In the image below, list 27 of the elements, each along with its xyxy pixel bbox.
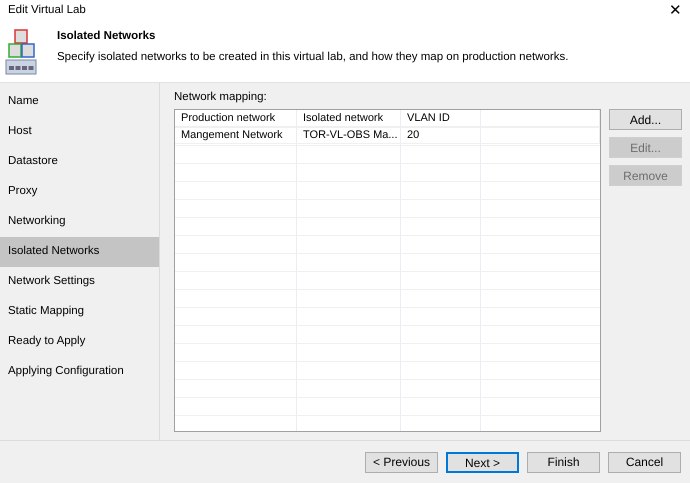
page-description: Specify isolated networks to be created in this virtual lab, and how they map on production networks.: [57, 50, 568, 66]
wizard-button[interactable]: Finish: [527, 452, 600, 472]
section-label: Network mapping:: [174, 90, 268, 105]
close-icon[interactable]: ✕: [669, 0, 682, 22]
sidebar-item[interactable]: Network Settings: [0, 267, 159, 297]
table-cell: Mangement Network: [175, 127, 297, 144]
column-header: VLAN ID: [401, 110, 481, 126]
sidebar-item[interactable]: Datastore: [0, 147, 159, 177]
column-header: Isolated network: [297, 110, 401, 126]
sidebar-item[interactable]: Networking: [0, 207, 159, 237]
wizard-button[interactable]: Next >: [446, 452, 519, 472]
sidebar-item[interactable]: Applying Configuration: [0, 357, 159, 387]
window-title: Edit Virtual Lab: [8, 3, 86, 18]
table-cell: 20: [401, 127, 481, 144]
sidebar-item[interactable]: Proxy: [0, 177, 159, 207]
sidebar-item[interactable]: Name: [0, 87, 159, 117]
sidebar-item[interactable]: Ready to Apply: [0, 327, 159, 357]
sidebar-item[interactable]: Isolated Networks: [0, 237, 159, 267]
sidebar-item[interactable]: Static Mapping: [0, 297, 159, 327]
virtual-lab-icon: [5, 29, 37, 76]
wizard-button[interactable]: < Previous: [365, 452, 438, 472]
side-button[interactable]: Add...: [609, 109, 682, 130]
column-header: Production network: [175, 110, 297, 126]
page-title: Isolated Networks: [57, 29, 156, 44]
wizard-button[interactable]: Cancel: [608, 452, 681, 472]
sidebar-item[interactable]: Host: [0, 117, 159, 147]
table-cell: TOR-VL-OBS Ma...: [297, 127, 401, 144]
